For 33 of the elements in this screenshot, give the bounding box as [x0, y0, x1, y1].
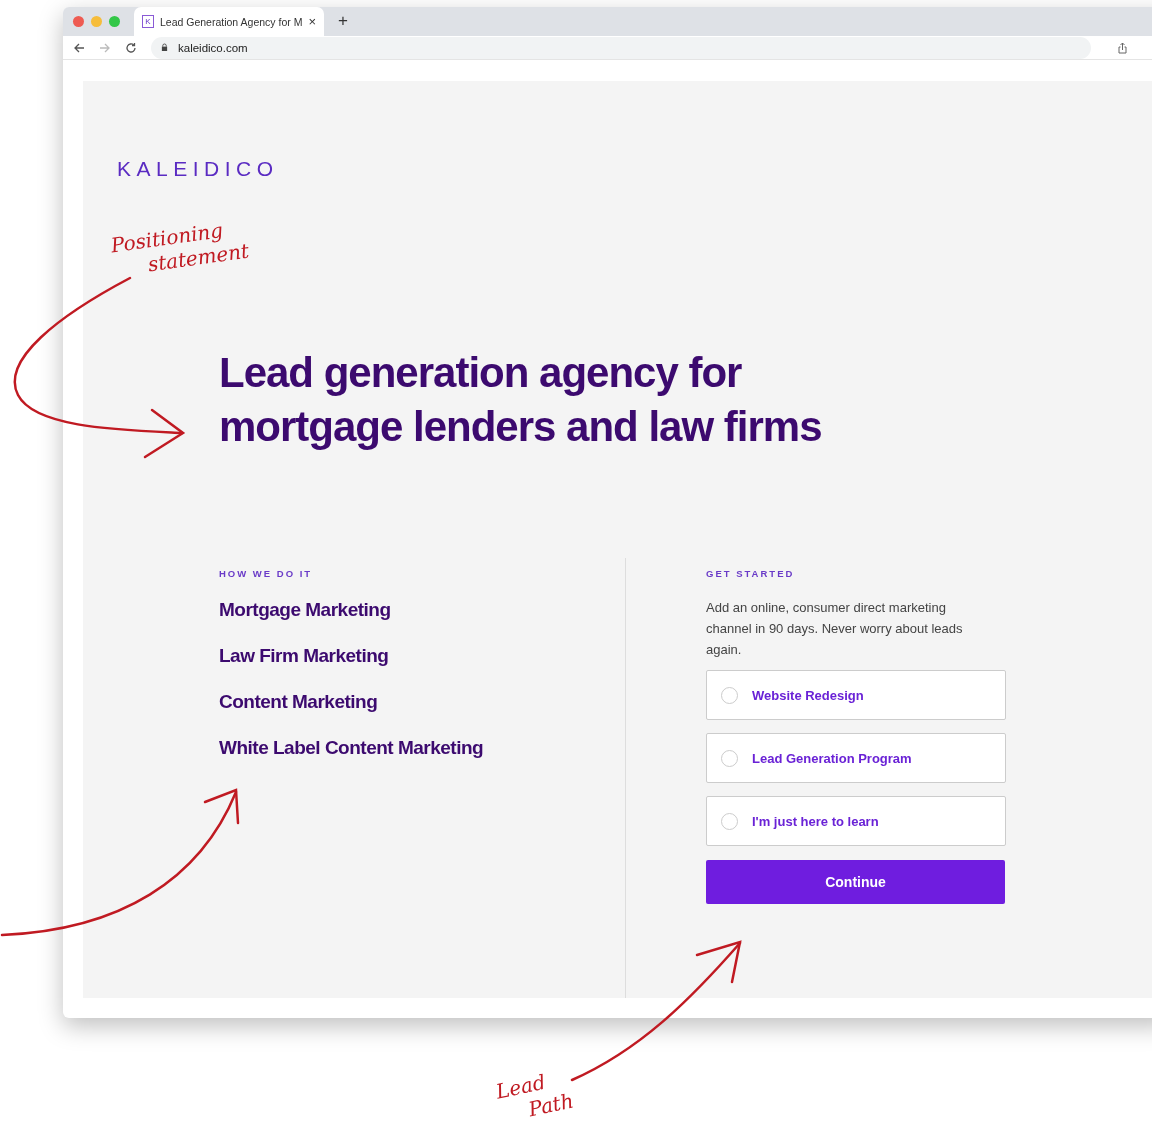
description-text: Add an online, consumer direct marketing channel in 90 days. Never worry about leads again. [706, 599, 964, 659]
url-text: kaleidico.com [178, 41, 248, 54]
logo[interactable]: KALEIDICO [117, 157, 1152, 181]
option-label: I'm just here to learn [752, 813, 879, 829]
section-heading: GET STARTED [706, 568, 796, 579]
new-tab-button[interactable]: + [338, 11, 348, 31]
option-label: Lead Generation Program [752, 750, 912, 766]
option-label: Website Redesign [752, 687, 864, 703]
service-link[interactable]: Content Marketing [219, 689, 625, 715]
handwritten-note: Lead Path [493, 1068, 576, 1124]
share-icon[interactable] [1117, 41, 1128, 54]
option-card[interactable]: Lead Generation Program [706, 733, 1006, 783]
service-link[interactable]: Law Firm Marketing [219, 643, 625, 669]
back-icon[interactable] [73, 41, 85, 54]
tab-title: Lead Generation Agency for M [160, 15, 303, 28]
continue-button[interactable]: Continue [706, 860, 1005, 904]
browser-tab[interactable]: K Lead Generation Agency for M × [134, 7, 324, 36]
service-link[interactable]: White Label Content Marketing [219, 735, 625, 761]
option-card[interactable]: Website Redesign [706, 670, 1006, 720]
headline: Lead generation agency for mortgage lenders and law firms [219, 348, 823, 452]
handwritten-note: Positioning statement [109, 217, 251, 279]
forward-icon[interactable] [99, 41, 111, 54]
reload-icon[interactable] [125, 41, 137, 54]
lock-icon [161, 43, 168, 52]
service-link[interactable]: Mortgage Marketing [219, 597, 625, 623]
close-window-icon[interactable] [73, 16, 84, 27]
address-bar[interactable]: kaleidico.com [151, 36, 1091, 59]
option-card[interactable]: I'm just here to learn [706, 796, 1006, 846]
maximize-window-icon[interactable] [109, 16, 120, 27]
favicon: K [142, 15, 154, 28]
close-tab-button[interactable]: × [308, 14, 316, 29]
section-heading: HOW WE DO IT [219, 568, 314, 579]
minimize-window-icon[interactable] [91, 16, 102, 27]
